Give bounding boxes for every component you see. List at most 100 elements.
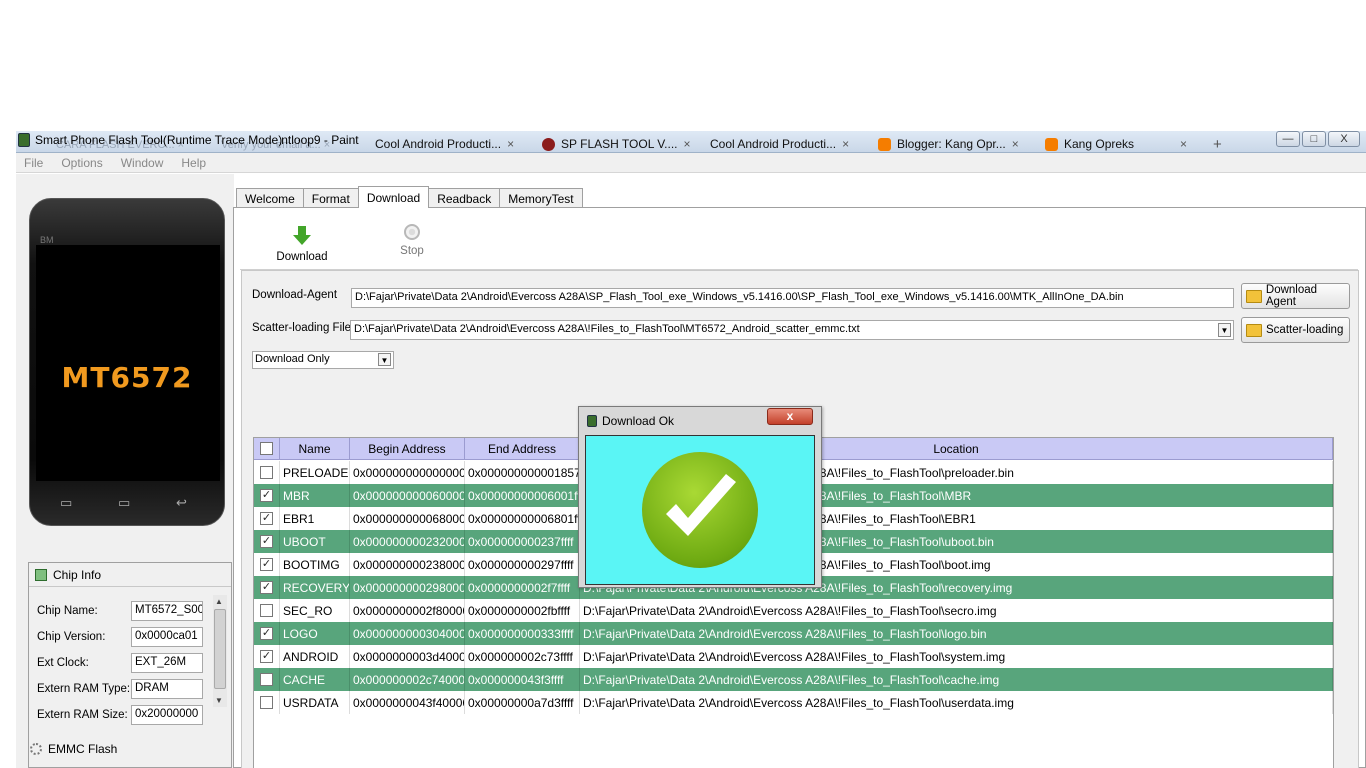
file-location: D:\Fajar\Private\Data 2\Android\Evercoss…	[580, 691, 1333, 714]
row-checkbox-cell	[254, 599, 280, 622]
table-row[interactable]: ✓ ANDROID 0x0000000003d40000 0x000000002c73…	[254, 645, 1333, 668]
download-button[interactable]: Download	[274, 224, 330, 263]
menu-help[interactable]: Help	[181, 156, 206, 170]
menu-bar: File Options Window Help	[16, 153, 1366, 173]
scroll-up-icon[interactable]: ▲	[215, 597, 223, 606]
new-tab-button[interactable]: +	[1213, 136, 1222, 153]
menu-options[interactable]: Options	[61, 156, 102, 170]
file-location: D:\Fajar\Private\Data 2\Android\Evercoss…	[580, 645, 1333, 668]
partition-name: LOGO	[280, 622, 350, 645]
table-row[interactable]: SEC_RO 0x0000000002f80000 0x0000000002fbff…	[254, 599, 1333, 622]
row-checkbox[interactable]: ✓	[260, 558, 273, 571]
stop-button[interactable]: Stop	[392, 224, 432, 257]
chip-row-ram-size: Extern RAM Size: 0x20000000	[37, 705, 203, 725]
chip-value: 0x0000ca01	[131, 627, 203, 647]
stop-label: Stop	[400, 245, 424, 257]
tab-label: SP FLASH TOOL V....	[561, 137, 678, 151]
table-row[interactable]: USRDATA 0x0000000043f40000 0x00000000a7d3f…	[254, 691, 1333, 714]
close-tab-icon[interactable]: ×	[684, 137, 691, 151]
file-location: D:\Fajar\Private\Data 2\Android\Evercoss…	[580, 599, 1333, 622]
close-tab-icon[interactable]: ×	[1012, 137, 1019, 151]
file-location: D:\Fajar\Private\Data 2\Android\Evercoss…	[580, 668, 1333, 691]
chip-row-ram-type: Extern RAM Type: DRAM	[37, 679, 203, 699]
paint-title-text: ntloop9 - Paint	[281, 133, 359, 147]
folder-icon	[1246, 289, 1262, 303]
row-checkbox[interactable]	[260, 604, 273, 617]
main-tabs: Welcome Format Download Readback MemoryT…	[236, 186, 583, 208]
header-end[interactable]: End Address	[465, 438, 580, 460]
home-key-icon: ▭	[118, 495, 131, 510]
scatter-path-text: D:\Fajar\Private\Data 2\Android\Evercoss…	[354, 323, 860, 335]
gear-icon	[30, 743, 42, 755]
close-tab-icon[interactable]: ×	[507, 137, 514, 151]
end-address: 0x00000000006001ff	[465, 484, 580, 507]
close-window-button[interactable]: X	[1328, 131, 1360, 147]
row-checkbox[interactable]: ✓	[260, 489, 273, 502]
menu-window[interactable]: Window	[121, 156, 164, 170]
row-checkbox[interactable]: ✓	[260, 627, 273, 640]
tab-download[interactable]: Download	[357, 186, 430, 208]
scroll-thumb[interactable]	[214, 609, 226, 689]
mode-select[interactable]: Download Only ▼	[252, 351, 394, 369]
row-checkbox[interactable]: ✓	[260, 512, 273, 525]
chip-label: Extern RAM Size:	[37, 709, 128, 721]
row-checkbox[interactable]	[260, 696, 273, 709]
close-tab-icon[interactable]: ×	[1180, 137, 1187, 151]
chevron-down-icon[interactable]: ▼	[378, 353, 391, 366]
table-row[interactable]: CACHE 0x000000002c740000 0x000000043f3ffff…	[254, 668, 1333, 691]
left-panel: BM MT6572 ▭ ▭ ↩ Chip Info Chip Name: MT6…	[16, 174, 234, 768]
download-arrow-head	[293, 235, 311, 245]
chip-value: EXT_26M	[131, 653, 203, 673]
scroll-down-icon[interactable]: ▼	[215, 696, 223, 705]
header-begin[interactable]: Begin Address	[350, 438, 465, 460]
end-address: 0x000000002c73ffff	[465, 645, 580, 668]
begin-address: 0x0000000002f80000	[350, 599, 465, 622]
blogger-icon	[1045, 137, 1058, 151]
tab-label: Kang Opreks	[1064, 137, 1135, 151]
browser-tab-3[interactable]: Cool Android Producti... ×	[710, 136, 849, 152]
row-checkbox[interactable]: ✓	[260, 535, 273, 548]
tab-readback[interactable]: Readback	[428, 188, 501, 208]
tab-welcome[interactable]: Welcome	[236, 188, 304, 208]
download-agent-field[interactable]: D:\Fajar\Private\Data 2\Android\Evercoss…	[351, 288, 1234, 308]
browser-tab-5[interactable]: Kang Opreks ×	[1045, 136, 1187, 152]
table-row[interactable]: ✓ LOGO 0x0000000003040000 0x000000000333fff…	[254, 622, 1333, 645]
title-bar: CARA FLASH EVERC... × Verify your email …	[16, 131, 1366, 153]
menu-file[interactable]: File	[24, 156, 43, 170]
scatter-loading-button[interactable]: Scatter-loading	[1241, 317, 1350, 343]
row-checkbox[interactable]	[260, 466, 273, 479]
checkmark-glyph	[666, 474, 736, 536]
sp-flash-icon	[542, 137, 555, 151]
chevron-down-icon[interactable]: ▼	[1218, 323, 1231, 337]
browser-tab-4[interactable]: Blogger: Kang Opr... ×	[878, 136, 1019, 152]
download-agent-button[interactable]: Download Agent	[1241, 283, 1350, 309]
end-address: 0x0000000002fbffff	[465, 599, 580, 622]
tab-memorytest[interactable]: MemoryTest	[499, 188, 583, 208]
maximize-button[interactable]: □	[1302, 131, 1326, 147]
partition-name: SEC_RO	[280, 599, 350, 622]
minimize-button[interactable]: —	[1276, 131, 1300, 147]
menu-key-icon: ▭	[60, 495, 73, 510]
end-address: 0x000000000333ffff	[465, 622, 580, 645]
close-tab-icon[interactable]: ×	[842, 137, 849, 151]
browser-tab-1[interactable]: Cool Android Producti... ×	[375, 136, 514, 152]
row-checkbox[interactable]: ✓	[260, 581, 273, 594]
end-address: 0x00000000a7d3ffff	[465, 691, 580, 714]
partition-name: USRDATA	[280, 691, 350, 714]
chip-info-scrollbar[interactable]: ▲ ▼	[213, 595, 227, 707]
scatter-field[interactable]: D:\Fajar\Private\Data 2\Android\Evercoss…	[350, 320, 1234, 340]
dialog-close-button[interactable]: x	[767, 408, 813, 425]
browser-tab-2[interactable]: SP FLASH TOOL V.... ×	[542, 136, 691, 152]
row-checkbox[interactable]	[260, 673, 273, 686]
begin-address: 0x000000002c740000	[350, 668, 465, 691]
header-name[interactable]: Name	[280, 438, 350, 460]
begin-address: 0x0000000000000000	[350, 461, 465, 484]
row-checkbox[interactable]: ✓	[260, 650, 273, 663]
chip-value: MT6572_S00	[131, 601, 203, 621]
partition-name: RECOVERY	[280, 576, 350, 599]
emmc-flash-section[interactable]: EMMC Flash	[30, 742, 117, 756]
download-agent-button-label: Download Agent	[1265, 284, 1318, 308]
select-all-checkbox[interactable]	[260, 442, 273, 455]
tab-format[interactable]: Format	[302, 188, 359, 208]
chip-row-name: Chip Name: MT6572_S00	[37, 601, 203, 621]
